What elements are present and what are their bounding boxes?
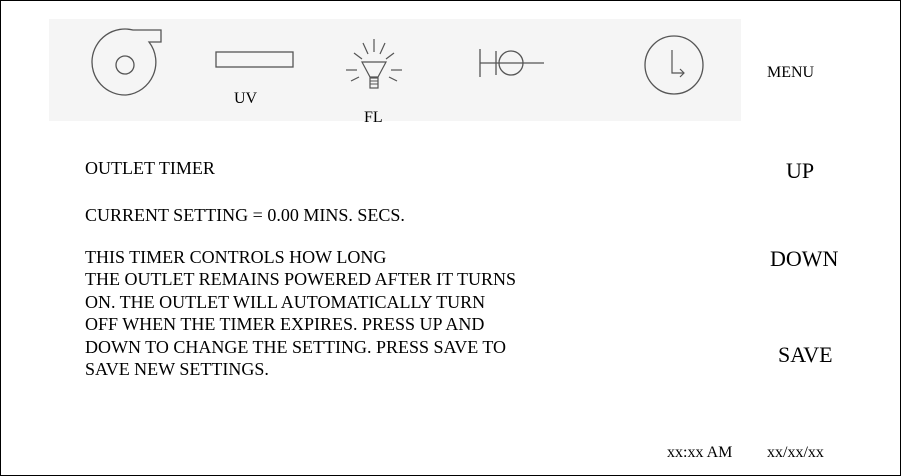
light-bulb-icon[interactable] bbox=[343, 37, 405, 97]
page-title: OUTLET TIMER bbox=[85, 158, 215, 178]
fan-blower-icon[interactable] bbox=[89, 25, 163, 99]
outlet-plug-icon[interactable] bbox=[478, 46, 546, 80]
fl-label: FL bbox=[364, 109, 383, 126]
description-text: THIS TIMER CONTROLS HOW LONG THE OUTLET … bbox=[85, 247, 517, 380]
display-frame: UV FL MENU OUTLET TIMER CURRENT SETTING … bbox=[0, 0, 901, 476]
date-display: xx/xx/xx bbox=[767, 444, 824, 461]
up-button[interactable]: UP bbox=[786, 158, 814, 184]
clock-icon[interactable] bbox=[643, 34, 705, 96]
current-setting-text: CURRENT SETTING = 0.00 MINS. SECS. bbox=[85, 205, 405, 225]
uv-label: UV bbox=[234, 90, 258, 107]
menu-button[interactable]: MENU bbox=[767, 64, 814, 82]
down-button[interactable]: DOWN bbox=[770, 246, 838, 272]
time-display: xx:xx AM bbox=[667, 444, 733, 461]
save-button[interactable]: SAVE bbox=[778, 342, 833, 368]
uv-lamp-icon[interactable] bbox=[215, 51, 295, 69]
